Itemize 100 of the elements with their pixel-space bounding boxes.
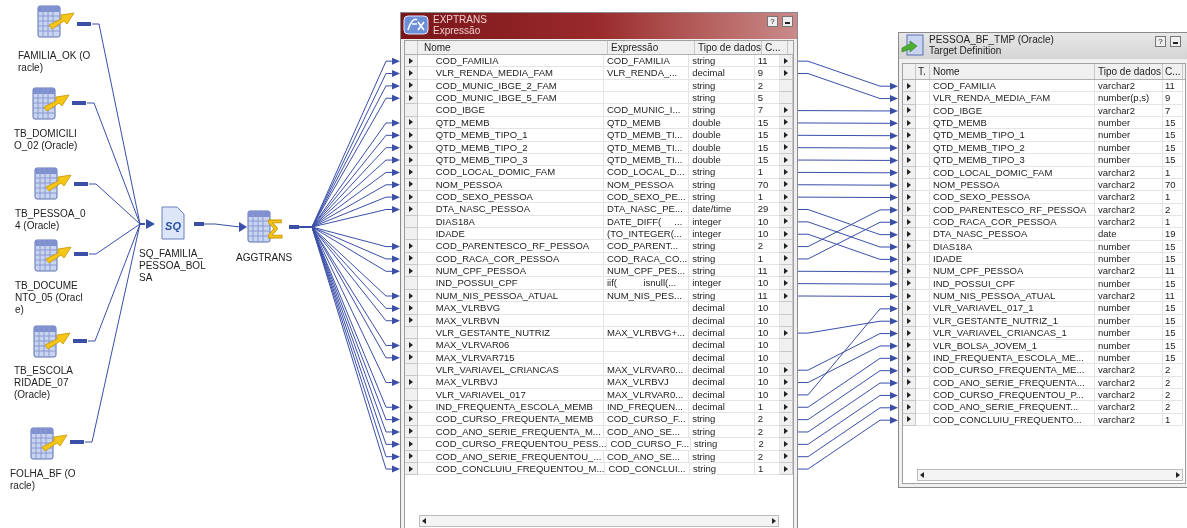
port-name-cell: IND_POSSUI_CPF	[417, 277, 604, 290]
port-cell[interactable]	[780, 166, 793, 179]
port-cell[interactable]	[780, 67, 793, 80]
horizontal-scrollbar[interactable]	[419, 515, 779, 527]
datatype-cell: varchar2	[1095, 376, 1163, 389]
port-cell[interactable]	[405, 129, 418, 142]
datatype-cell: number	[1095, 314, 1163, 328]
port-cell[interactable]	[780, 401, 793, 414]
port-cell[interactable]	[405, 228, 418, 241]
port-cell[interactable]	[903, 253, 916, 266]
scroll-right-icon[interactable]	[1176, 472, 1180, 478]
datatype-cell: integer	[689, 277, 755, 290]
port-cell[interactable]	[780, 129, 793, 142]
column-header[interactable]: Tipo de dados	[695, 41, 762, 54]
port-arrow-icon[interactable]	[408, 379, 413, 385]
port-cell[interactable]	[780, 92, 793, 105]
expression-cell: COD_MUNIC_I...	[603, 104, 690, 117]
port-cell[interactable]	[405, 376, 418, 389]
port-cell[interactable]	[903, 302, 916, 315]
datatype-cell: varchar2	[1095, 215, 1163, 229]
datatype-cell: varchar2	[1095, 80, 1163, 93]
column-header[interactable]: C...	[1163, 64, 1183, 79]
column-header[interactable]: T.	[916, 64, 930, 79]
port-cell[interactable]	[903, 117, 916, 130]
horizontal-scrollbar[interactable]	[917, 469, 1183, 481]
port-cell[interactable]	[780, 240, 793, 253]
port-cell[interactable]	[903, 290, 916, 303]
port-cell[interactable]	[405, 92, 418, 105]
column-header[interactable]: Nome	[930, 64, 1095, 79]
column-header[interactable]: Expressão	[608, 41, 695, 54]
port-arrow-icon[interactable]	[784, 329, 789, 336]
scroll-left-icon[interactable]	[920, 472, 924, 478]
precision-cell: 1	[1163, 215, 1183, 229]
datatype-cell: varchar2	[1095, 104, 1163, 118]
port-cell[interactable]	[780, 203, 793, 216]
port-cell[interactable]	[405, 438, 418, 451]
port-cell[interactable]	[780, 55, 793, 68]
port-cell[interactable]	[405, 413, 418, 426]
column-header[interactable]: Nome	[418, 41, 608, 54]
datatype-cell: number	[1095, 154, 1163, 167]
scroll-left-icon[interactable]	[422, 518, 426, 524]
datatype-cell: decimal	[689, 351, 755, 364]
datatype-cell: decimal	[689, 326, 755, 340]
column-header[interactable]: C...	[762, 41, 788, 54]
expression-cell: COD_SEXO_PE...	[603, 190, 690, 204]
port-cell[interactable]	[405, 277, 418, 290]
datatype-cell: varchar2	[1095, 178, 1163, 192]
port-cell[interactable]	[405, 203, 418, 216]
port-cell[interactable]	[903, 154, 916, 167]
port-cell[interactable]	[405, 265, 418, 278]
help-button[interactable]: ?	[1155, 36, 1166, 47]
target-table-icon	[901, 34, 925, 56]
port-cell[interactable]	[405, 166, 418, 179]
port-cell[interactable]	[405, 401, 418, 414]
minimize-icon[interactable]	[1170, 36, 1181, 47]
port-cell[interactable]	[405, 339, 418, 352]
port-cell[interactable]	[405, 302, 418, 315]
port-cell[interactable]	[903, 364, 916, 377]
scroll-right-icon[interactable]	[772, 518, 776, 524]
port-cell[interactable]	[780, 376, 793, 389]
port-cell[interactable]	[903, 191, 916, 204]
port-cell[interactable]	[780, 438, 793, 451]
port-cell[interactable]	[903, 92, 916, 105]
datatype-cell: date/time	[689, 203, 755, 216]
column-header[interactable]: Tipo de dados	[1095, 64, 1163, 79]
precision-cell: 19	[1163, 228, 1183, 241]
port-cell[interactable]	[405, 104, 418, 117]
column-name-cell: COD_FAMILIA	[930, 80, 1095, 93]
port-cell[interactable]	[405, 67, 418, 80]
port-cell[interactable]	[903, 401, 916, 414]
column-name-cell: NUM_NIS_PESSOA_ATUAL	[930, 290, 1095, 303]
datatype-cell: string	[689, 92, 755, 105]
minimize-icon[interactable]	[782, 16, 793, 27]
port-name-cell: COD_SEXO_PESSOA	[417, 190, 604, 204]
port-cell[interactable]	[780, 228, 793, 241]
help-button[interactable]: ?	[767, 16, 778, 27]
datatype-cell: number	[1095, 141, 1163, 155]
precision-cell: 2	[1163, 376, 1183, 389]
port-cell[interactable]	[903, 327, 916, 340]
port-cell[interactable]	[780, 302, 793, 315]
port-cell[interactable]	[903, 265, 916, 278]
column-name-cell: COD_LOCAL_DOMIC_FAM	[930, 166, 1095, 179]
datatype-cell: integer	[689, 215, 755, 229]
port-cell[interactable]	[903, 228, 916, 241]
expression-cell: MAX_VLRBVG+...	[603, 326, 690, 340]
port-cell[interactable]	[780, 104, 793, 117]
port-cell[interactable]	[903, 129, 916, 142]
port-cell[interactable]	[780, 277, 793, 290]
precision-cell: 70	[1163, 178, 1183, 192]
port-cell[interactable]	[780, 413, 793, 426]
port-name-cell: COD_PARENTESCO_RF_PESSOA	[417, 240, 604, 253]
datatype-cell: decimal	[689, 67, 755, 80]
port-cell[interactable]	[405, 240, 418, 253]
port-cell[interactable]	[405, 55, 418, 68]
precision-cell: 15	[1163, 302, 1183, 315]
precision-cell: 11	[1163, 290, 1183, 303]
port-cell[interactable]	[780, 339, 793, 352]
datatype-cell: varchar2	[1095, 364, 1163, 377]
port-cell[interactable]	[903, 80, 916, 93]
port-cell[interactable]	[780, 265, 793, 278]
